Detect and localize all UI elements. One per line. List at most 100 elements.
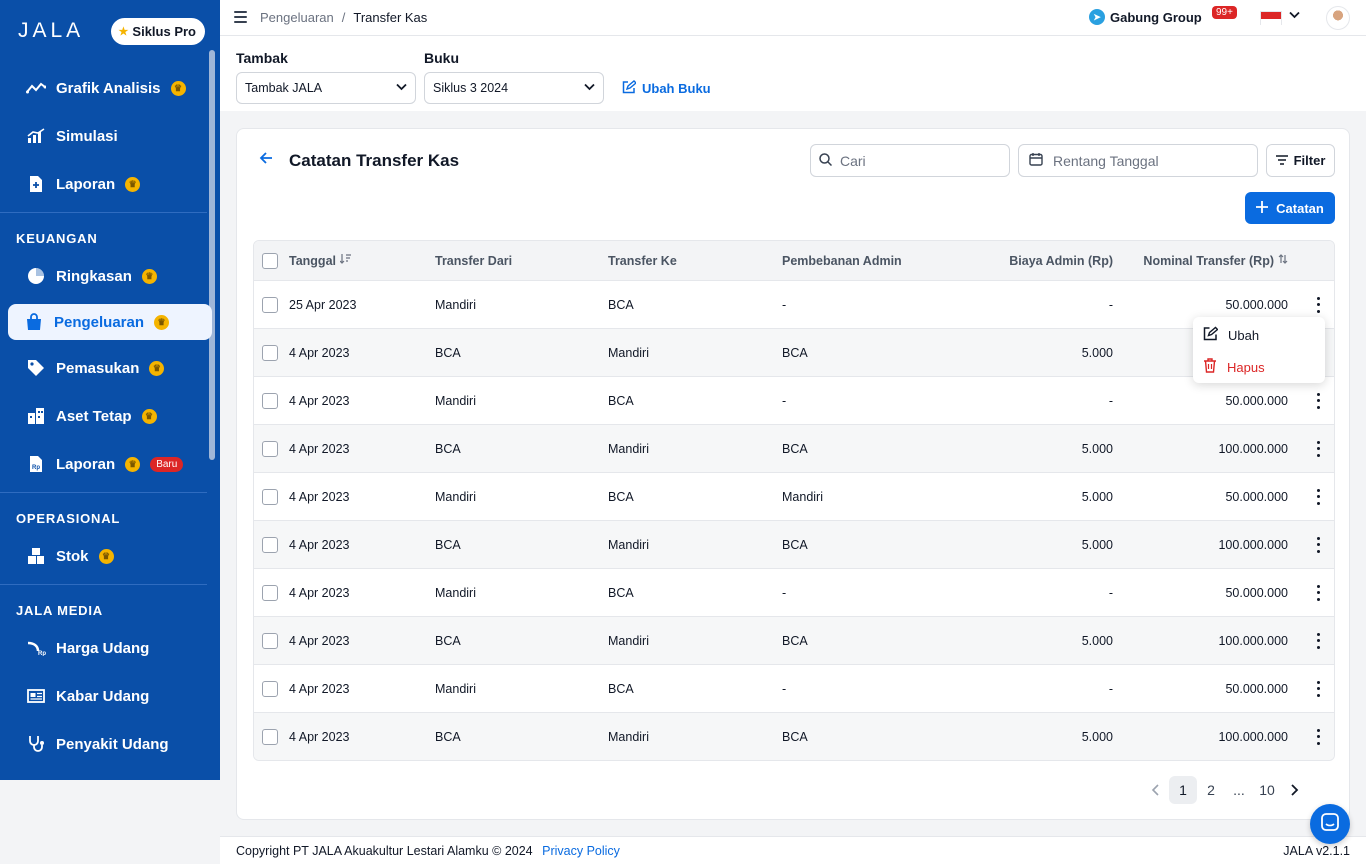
page-button-10[interactable]: 10 bbox=[1253, 776, 1281, 804]
bag-icon bbox=[24, 312, 44, 332]
menu-item-delete[interactable]: Hapus bbox=[1203, 358, 1265, 376]
menu-icon[interactable] bbox=[234, 11, 247, 26]
row-checkbox[interactable] bbox=[262, 680, 278, 697]
more-vertical-icon[interactable] bbox=[1316, 296, 1320, 313]
more-vertical-icon[interactable] bbox=[1316, 392, 1320, 409]
table-row[interactable]: 4 Apr 2023 BCA Mandiri BCA 5.000 100.000… bbox=[254, 520, 1334, 568]
more-vertical-icon[interactable] bbox=[1316, 488, 1320, 505]
section-operasional: OPERASIONAL bbox=[16, 511, 121, 526]
footer-copyright: Copyright PT JALA Akuakultur Lestari Ala… bbox=[236, 844, 620, 858]
sidebar-item-penyakit-udang[interactable]: Penyakit Udang bbox=[8, 726, 212, 762]
cell-admin-fee: 5.000 bbox=[1081, 633, 1113, 648]
prev-page-icon[interactable] bbox=[1141, 776, 1169, 804]
filter-button[interactable]: Filter bbox=[1266, 144, 1335, 177]
more-vertical-icon[interactable] bbox=[1316, 536, 1320, 553]
select-all-checkbox[interactable] bbox=[262, 252, 278, 269]
cell-date: 4 Apr 2023 bbox=[289, 585, 350, 600]
table-row[interactable]: 4 Apr 2023 BCA Mandiri BCA 5.000 100.000… bbox=[254, 616, 1334, 664]
building-icon bbox=[26, 406, 46, 426]
cell-from: Mandiri bbox=[435, 393, 476, 408]
plan-badge[interactable]: ★ Siklus Pro bbox=[110, 17, 205, 45]
sidebar-item-ringkasan[interactable]: Ringkasan ♛ bbox=[8, 258, 212, 294]
row-checkbox[interactable] bbox=[262, 392, 278, 409]
indonesia-flag-icon[interactable] bbox=[1260, 11, 1282, 25]
more-vertical-icon[interactable] bbox=[1316, 680, 1320, 697]
next-page-icon[interactable] bbox=[1281, 776, 1309, 804]
table-row[interactable]: 4 Apr 2023 BCA Mandiri BCA 5.000 bbox=[254, 328, 1334, 376]
more-vertical-icon[interactable] bbox=[1316, 632, 1320, 649]
sidebar-item-grafik-analisis[interactable]: Grafik Analisis ♛ bbox=[8, 70, 212, 106]
table-row[interactable]: 4 Apr 2023 Mandiri BCA - - 50.000.000 bbox=[254, 664, 1334, 712]
join-group-link[interactable]: ➤ Gabung Group bbox=[1089, 9, 1202, 25]
tambak-select[interactable]: Tambak JALA bbox=[236, 72, 416, 104]
table-row[interactable]: 4 Apr 2023 Mandiri BCA - - 50.000.000 bbox=[254, 568, 1334, 616]
table-row[interactable]: 4 Apr 2023 BCA Mandiri BCA 5.000 100.000… bbox=[254, 712, 1334, 760]
filter-icon bbox=[1275, 153, 1288, 168]
search-input[interactable]: Cari bbox=[810, 144, 1010, 177]
cell-admin-fee: 5.000 bbox=[1081, 489, 1113, 504]
row-checkbox[interactable] bbox=[262, 728, 278, 745]
jala-logo[interactable]: JALA bbox=[18, 19, 84, 43]
cell-admin-load: BCA bbox=[782, 345, 808, 360]
table-row[interactable]: 4 Apr 2023 Mandiri BCA Mandiri 5.000 50.… bbox=[254, 472, 1334, 520]
chevron-down-icon[interactable] bbox=[1289, 8, 1300, 22]
sidebar-item-laporan-top[interactable]: Laporan ♛ bbox=[8, 166, 212, 202]
edit-icon bbox=[1203, 326, 1219, 344]
menu-item-edit[interactable]: Ubah bbox=[1203, 326, 1259, 344]
chat-support-button[interactable] bbox=[1310, 804, 1350, 844]
row-checkbox[interactable] bbox=[262, 344, 278, 361]
sidebar-item-stok[interactable]: Stok ♛ bbox=[8, 538, 212, 574]
row-checkbox[interactable] bbox=[262, 584, 278, 601]
more-vertical-icon[interactable] bbox=[1316, 584, 1320, 601]
sidebar-item-kabar-udang[interactable]: Kabar Udang bbox=[8, 678, 212, 714]
privacy-policy-link[interactable]: Privacy Policy bbox=[542, 844, 620, 858]
sidebar: JALA ★ Siklus Pro Grafik Analisis ♛ Simu… bbox=[0, 0, 220, 780]
cell-date: 4 Apr 2023 bbox=[289, 345, 350, 360]
calendar-icon bbox=[1029, 152, 1043, 169]
pagination: 1 2 ... 10 bbox=[1141, 776, 1309, 804]
table-row[interactable]: 4 Apr 2023 Mandiri BCA - - 50.000.000 bbox=[254, 376, 1334, 424]
page-button-1[interactable]: 1 bbox=[1169, 776, 1197, 804]
sidebar-scrollbar[interactable] bbox=[209, 50, 215, 460]
header-from: Transfer Dari bbox=[435, 253, 513, 268]
search-icon bbox=[819, 152, 833, 169]
table-row[interactable]: 25 Apr 2023 Mandiri BCA - - 50.000.000 bbox=[254, 280, 1334, 328]
sidebar-item-laporan-keuangan[interactable]: Rp Laporan ♛ Baru bbox=[8, 446, 212, 482]
table-header: Tanggal Transfer Dari Transfer Ke Pembeb… bbox=[254, 241, 1334, 280]
sidebar-item-label: Laporan bbox=[56, 175, 116, 193]
sidebar-divider bbox=[0, 584, 207, 585]
star-icon: ★ bbox=[118, 25, 129, 38]
header-nominal[interactable]: Nominal Transfer (Rp) bbox=[1143, 241, 1288, 280]
avatar[interactable] bbox=[1326, 6, 1350, 30]
edit-book-button[interactable]: Ubah Buku bbox=[622, 80, 711, 97]
date-range-input[interactable]: Rentang Tanggal bbox=[1018, 144, 1258, 177]
row-action-menu: Ubah Hapus bbox=[1193, 317, 1325, 383]
cell-date: 4 Apr 2023 bbox=[289, 729, 350, 744]
table-row[interactable]: 4 Apr 2023 BCA Mandiri BCA 5.000 100.000… bbox=[254, 424, 1334, 472]
notification-badge[interactable]: 99+ bbox=[1212, 6, 1237, 19]
back-arrow-icon[interactable] bbox=[259, 151, 273, 170]
more-vertical-icon[interactable] bbox=[1316, 728, 1320, 745]
sidebar-item-pemasukan[interactable]: Pemasukan ♛ bbox=[8, 350, 212, 386]
row-checkbox[interactable] bbox=[262, 536, 278, 553]
more-vertical-icon[interactable] bbox=[1316, 440, 1320, 457]
sidebar-item-aset-tetap[interactable]: Aset Tetap ♛ bbox=[8, 398, 212, 434]
buku-select-value: Siklus 3 2024 bbox=[433, 81, 509, 95]
sidebar-divider bbox=[0, 492, 207, 493]
page-button-2[interactable]: 2 bbox=[1197, 776, 1225, 804]
sidebar-item-pengeluaran[interactable]: Pengeluaran ♛ bbox=[8, 304, 212, 340]
buku-select[interactable]: Siklus 3 2024 bbox=[424, 72, 604, 104]
sidebar-item-simulasi[interactable]: Simulasi bbox=[8, 118, 212, 154]
cell-nominal: 50.000.000 bbox=[1225, 585, 1288, 600]
sidebar-item-harga-udang[interactable]: Rp Harga Udang bbox=[8, 630, 212, 666]
cell-nominal: 50.000.000 bbox=[1225, 489, 1288, 504]
row-checkbox[interactable] bbox=[262, 296, 278, 313]
row-checkbox[interactable] bbox=[262, 440, 278, 457]
row-checkbox[interactable] bbox=[262, 632, 278, 649]
header-date[interactable]: Tanggal bbox=[289, 241, 351, 280]
cell-nominal: 100.000.000 bbox=[1218, 633, 1288, 648]
add-record-button[interactable]: Catatan bbox=[1245, 192, 1335, 224]
chat-icon bbox=[1320, 812, 1340, 837]
breadcrumb-parent[interactable]: Pengeluaran bbox=[260, 10, 334, 25]
row-checkbox[interactable] bbox=[262, 488, 278, 505]
